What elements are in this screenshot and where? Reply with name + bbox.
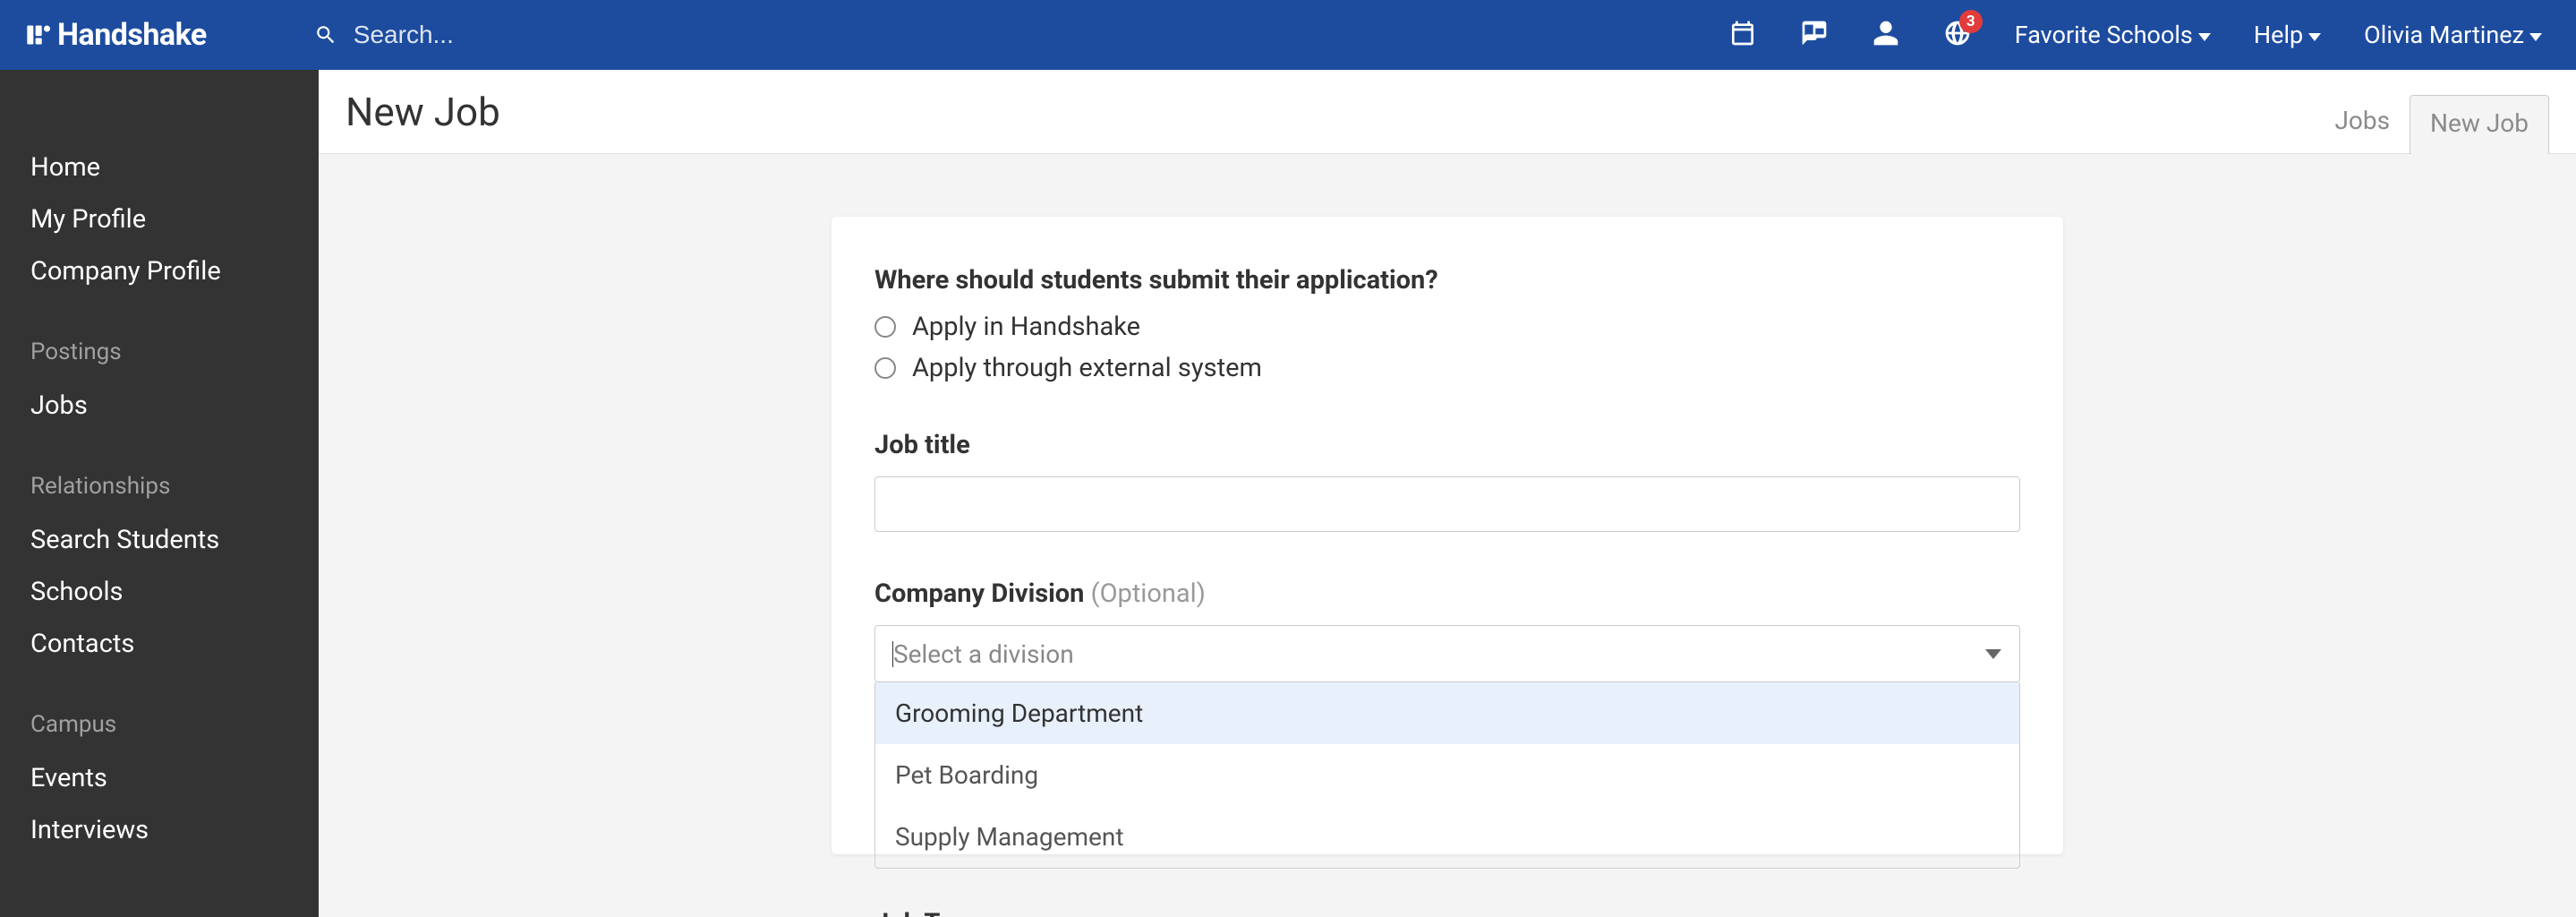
form-group-job-title: Job title <box>874 430 2020 532</box>
topbar: Handshake 3 Favorite Schools <box>0 0 2576 70</box>
sidebar-item-events[interactable]: Events <box>30 752 288 804</box>
radio-icon <box>874 316 896 338</box>
calendar-icon-button[interactable] <box>1728 19 1757 51</box>
user-icon <box>1872 19 1900 47</box>
user-name-label: Olivia Martinez <box>2364 21 2524 49</box>
radio-apply-external[interactable]: Apply through external system <box>874 353 2020 383</box>
help-label: Help <box>2254 21 2303 49</box>
sidebar-item-my-profile[interactable]: My Profile <box>30 193 288 245</box>
form-group-apply: Where should students submit their appli… <box>874 265 2020 383</box>
apply-question-label: Where should students submit their appli… <box>874 265 2020 296</box>
sidebar-heading-postings: Postings <box>30 339 288 365</box>
radio-icon <box>874 357 896 379</box>
job-title-input[interactable] <box>874 476 2020 532</box>
titlebar: New Job Jobs New Job <box>319 70 2576 154</box>
messages-icon-button[interactable] <box>1800 19 1829 51</box>
calendar-icon <box>1728 19 1757 47</box>
sidebar-heading-relationships: Relationships <box>30 473 288 500</box>
sidebar-item-search-students[interactable]: Search Students <box>30 514 288 566</box>
job-type-label: Job Type <box>874 908 2020 917</box>
brand-text: Handshake <box>57 17 207 53</box>
breadcrumb-tab-current: New Job <box>2410 95 2549 154</box>
division-label: Company Division (Optional) <box>874 578 2020 609</box>
division-option-boarding[interactable]: Pet Boarding <box>875 744 2019 806</box>
notifications-icon-button[interactable]: 3 <box>1943 19 1972 51</box>
breadcrumb-link-jobs[interactable]: Jobs <box>2334 106 2390 153</box>
handshake-logo-icon <box>25 22 50 47</box>
sidebar-section-campus: Campus Events Interviews <box>0 711 319 856</box>
sidebar-item-company-profile[interactable]: Company Profile <box>30 245 288 297</box>
division-option-grooming[interactable]: Grooming Department <box>875 682 2019 744</box>
division-select[interactable]: Select a division Grooming Department Pe… <box>874 625 2020 869</box>
sidebar-item-home[interactable]: Home <box>30 141 288 193</box>
search-input[interactable] <box>354 21 891 49</box>
sidebar-section-postings: Postings Jobs <box>0 339 319 432</box>
sidebar-section-main: Home My Profile Company Profile <box>0 141 319 297</box>
profile-icon-button[interactable] <box>1872 19 1900 51</box>
favorite-schools-dropdown[interactable]: Favorite Schools <box>2015 21 2211 49</box>
division-option-supply[interactable]: Supply Management <box>875 806 2019 868</box>
content: Where should students submit their appli… <box>319 154 2576 917</box>
help-dropdown[interactable]: Help <box>2254 21 2321 49</box>
brand-logo[interactable]: Handshake <box>25 17 207 53</box>
sidebar-heading-campus: Campus <box>30 711 288 738</box>
job-title-label: Job title <box>874 430 2020 460</box>
caret-down-icon <box>2308 33 2321 41</box>
breadcrumbs: Jobs New Job <box>2334 70 2549 153</box>
radio-label: Apply through external system <box>912 353 1262 383</box>
division-select-control[interactable]: Select a division <box>874 625 2020 682</box>
page-title: New Job <box>345 89 500 135</box>
favorite-schools-label: Favorite Schools <box>2015 21 2193 49</box>
user-menu-dropdown[interactable]: Olivia Martinez <box>2364 21 2542 49</box>
sidebar: Home My Profile Company Profile Postings… <box>0 70 319 917</box>
division-placeholder: Select a division <box>893 639 1074 669</box>
topbar-right: 3 Favorite Schools Help Olivia Martinez <box>1728 19 2551 51</box>
sidebar-item-schools[interactable]: Schools <box>30 566 288 618</box>
notification-badge: 3 <box>1959 10 1983 33</box>
sidebar-item-jobs[interactable]: Jobs <box>30 380 288 432</box>
radio-apply-handshake[interactable]: Apply in Handshake <box>874 312 2020 342</box>
search-wrap <box>314 21 1728 49</box>
form-group-division: Company Division (Optional) Select a div… <box>874 578 2020 869</box>
main: New Job Jobs New Job Where should studen… <box>319 70 2576 917</box>
search-icon <box>314 23 337 47</box>
caret-down-icon <box>2198 33 2211 41</box>
caret-down-icon <box>1985 649 2001 659</box>
division-label-text: Company Division <box>874 578 1091 609</box>
sidebar-section-relationships: Relationships Search Students Schools Co… <box>0 473 319 670</box>
division-optional: (Optional) <box>1091 578 1206 609</box>
sidebar-item-interviews[interactable]: Interviews <box>30 804 288 856</box>
chat-icon <box>1800 19 1829 47</box>
radio-label: Apply in Handshake <box>912 312 1140 342</box>
form-card: Where should students submit their appli… <box>832 217 2063 854</box>
division-dropdown: Grooming Department Pet Boarding Supply … <box>874 682 2020 869</box>
sidebar-item-contacts[interactable]: Contacts <box>30 618 288 670</box>
caret-down-icon <box>2529 33 2542 41</box>
